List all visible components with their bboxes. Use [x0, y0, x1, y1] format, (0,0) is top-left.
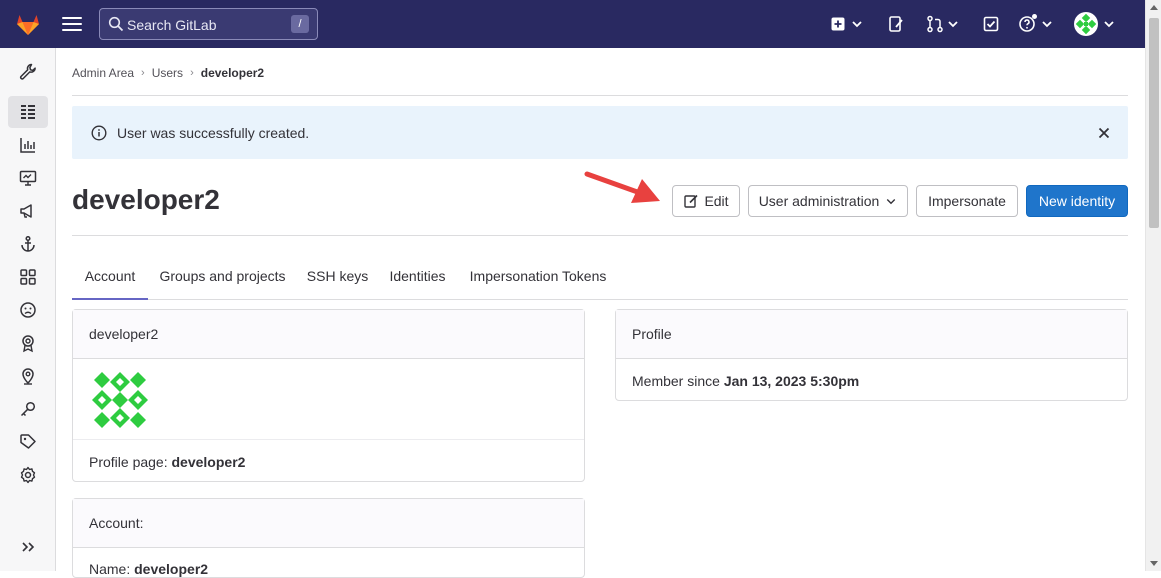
edit-button-label: Edit — [704, 193, 729, 209]
search-icon — [108, 16, 124, 32]
search-placeholder: Search GitLab — [127, 17, 217, 33]
impersonate-button[interactable]: Impersonate — [916, 185, 1018, 217]
user-card: developer2 Profile page: developer2 — [72, 309, 585, 482]
profile-page-row: Profile page: developer2 — [73, 454, 261, 470]
breadcrumb-separator: › — [190, 67, 194, 79]
analytics-icon[interactable] — [18, 135, 38, 155]
todo-icon[interactable] — [981, 14, 1001, 34]
tab-identities[interactable]: Identities — [381, 255, 454, 300]
divider — [72, 235, 1128, 236]
profile-page-value[interactable]: developer2 — [172, 454, 246, 470]
account-card-header: Account: — [73, 499, 584, 548]
chevron-down-icon[interactable] — [946, 14, 960, 34]
breadcrumb-admin-area[interactable]: Admin Area — [72, 66, 134, 80]
name-value: developer2 — [134, 561, 209, 577]
breadcrumb: Admin Area › Users › developer2 — [72, 66, 264, 80]
edit-button[interactable]: Edit — [672, 185, 740, 217]
labels-icon[interactable] — [18, 432, 38, 452]
deploy-keys-icon[interactable] — [18, 333, 38, 353]
search-shortcut-badge: / — [291, 15, 309, 33]
chevron-down-icon[interactable] — [850, 14, 864, 34]
gitlab-logo-icon[interactable] — [14, 10, 42, 38]
top-navbar: Search GitLab / — [0, 0, 1145, 48]
divider — [73, 439, 584, 440]
page-scrollbar[interactable] — [1145, 0, 1161, 571]
user-administration-label: User administration — [758, 193, 880, 209]
profile-card: Profile Member since Jan 13, 2023 5:30pm — [615, 309, 1128, 401]
user-identicon-icon — [92, 372, 148, 428]
close-icon[interactable] — [1096, 125, 1112, 141]
breadcrumb-users[interactable]: Users — [152, 66, 183, 80]
messages-icon[interactable] — [18, 201, 38, 221]
profile-page-label: Profile page: — [89, 454, 172, 470]
tab-account[interactable]: Account — [72, 255, 148, 300]
overview-icon[interactable] — [8, 96, 48, 128]
issues-icon[interactable] — [886, 14, 906, 34]
settings-icon[interactable] — [18, 465, 38, 485]
alert-message: User was successfully created. — [117, 125, 310, 141]
profile-card-header: Profile — [616, 310, 1127, 359]
user-card-header: developer2 — [73, 310, 584, 359]
tab-ssh-keys[interactable]: SSH keys — [301, 255, 374, 300]
annotation-arrow-icon — [584, 171, 660, 203]
breadcrumb-current[interactable]: developer2 — [201, 66, 264, 80]
scrollbar-thumb[interactable] — [1149, 18, 1159, 228]
member-since-label: Member since — [632, 373, 724, 389]
abuse-reports-icon[interactable] — [18, 300, 38, 320]
hooks-icon[interactable] — [18, 234, 38, 254]
user-tabs: Account Groups and projects SSH keys Ide… — [72, 255, 1128, 300]
name-label: Name: — [89, 561, 135, 577]
success-alert: User was successfully created. — [72, 106, 1128, 159]
applications-icon[interactable] — [18, 267, 38, 287]
main-menu-icon[interactable] — [62, 14, 82, 34]
breadcrumb-separator: › — [141, 67, 145, 79]
help-icon[interactable] — [1018, 14, 1038, 34]
chevron-down-icon[interactable] — [1040, 14, 1054, 34]
merge-requests-icon[interactable] — [925, 14, 945, 34]
new-identity-button-label: New identity — [1038, 193, 1116, 209]
divider — [72, 95, 1128, 96]
scroll-up-arrow-icon[interactable] — [1150, 5, 1158, 10]
user-administration-dropdown[interactable]: User administration — [748, 185, 908, 217]
wrench-icon[interactable] — [18, 62, 38, 82]
member-since-value: Jan 13, 2023 5:30pm — [723, 373, 860, 389]
edit-icon — [684, 194, 699, 208]
impersonate-button-label: Impersonate — [928, 193, 1006, 209]
monitor-icon[interactable] — [18, 168, 38, 188]
location-icon[interactable] — [18, 366, 38, 386]
user-avatar-icon[interactable] — [1074, 12, 1098, 36]
scroll-down-arrow-icon[interactable] — [1150, 561, 1158, 566]
tab-impersonation-tokens[interactable]: Impersonation Tokens — [462, 255, 614, 300]
chevron-down-icon[interactable] — [1102, 14, 1116, 34]
collapse-sidebar-icon[interactable] — [18, 537, 38, 557]
new-identity-button[interactable]: New identity — [1026, 185, 1128, 217]
chevron-down-icon — [887, 199, 896, 205]
page-title: developer2 — [72, 184, 220, 215]
member-since-row: Member since Jan 13, 2023 5:30pm — [616, 373, 875, 389]
info-icon — [91, 125, 107, 141]
tab-groups-and-projects[interactable]: Groups and projects — [152, 255, 293, 300]
key-icon[interactable] — [18, 399, 38, 419]
account-card: Account: Name: developer2 — [72, 498, 585, 578]
search-input[interactable]: Search GitLab / — [99, 8, 318, 40]
name-row: Name: developer2 — [73, 561, 224, 577]
admin-sidebar — [0, 48, 56, 571]
create-new-icon[interactable] — [828, 14, 848, 34]
